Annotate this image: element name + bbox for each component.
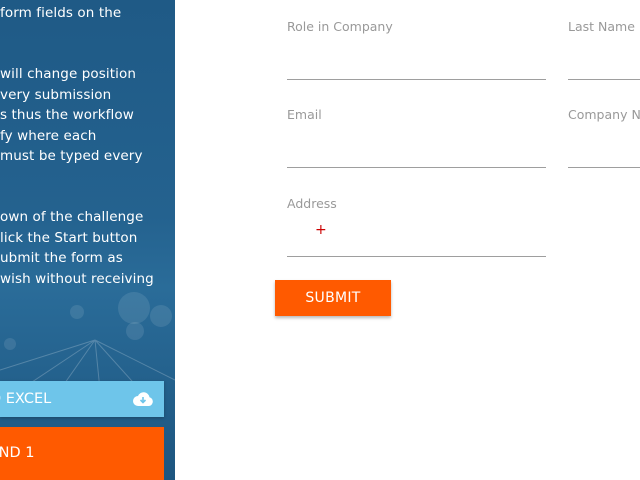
- instructions-panel: form fields on the will change position …: [0, 0, 175, 480]
- instruction-text-line: own of the challenge: [0, 209, 144, 225]
- role-in-company-input[interactable]: [287, 41, 546, 80]
- download-excel-label: D EXCEL: [0, 391, 52, 407]
- instruction-text-line: wish without receiving: [0, 271, 154, 287]
- email-input[interactable]: [287, 129, 546, 168]
- instruction-text-line: fy where each: [0, 128, 97, 144]
- field-label: Company N: [568, 107, 640, 122]
- network-lines-decoration: [0, 339, 175, 390]
- instruction-text-line: ubmit the form as: [0, 250, 123, 266]
- instruction-text-line: must be typed every: [0, 148, 143, 164]
- submit-button[interactable]: SUBMIT: [275, 280, 391, 316]
- download-excel-button[interactable]: D EXCEL: [0, 381, 164, 417]
- instruction-text-line: will change position: [0, 66, 137, 82]
- last-name-input[interactable]: [568, 41, 640, 80]
- cloud-download-icon: [133, 392, 153, 406]
- round-1-button[interactable]: UND 1: [0, 427, 164, 480]
- field-label: Last Name: [568, 19, 635, 34]
- instruction-text-line: s thus the workflow: [0, 107, 134, 123]
- company-name-input[interactable]: [568, 129, 640, 168]
- instruction-text-line: lick the Start button: [0, 230, 138, 246]
- instruction-text-line: very submission: [0, 87, 112, 103]
- field-label: Role in Company: [287, 19, 393, 34]
- instruction-text-line: form fields on the: [0, 5, 122, 21]
- plus-marker-icon: +: [315, 222, 327, 238]
- field-label: Email: [287, 107, 322, 122]
- round-1-label: UND 1: [0, 445, 35, 461]
- field-label: Address: [287, 196, 337, 211]
